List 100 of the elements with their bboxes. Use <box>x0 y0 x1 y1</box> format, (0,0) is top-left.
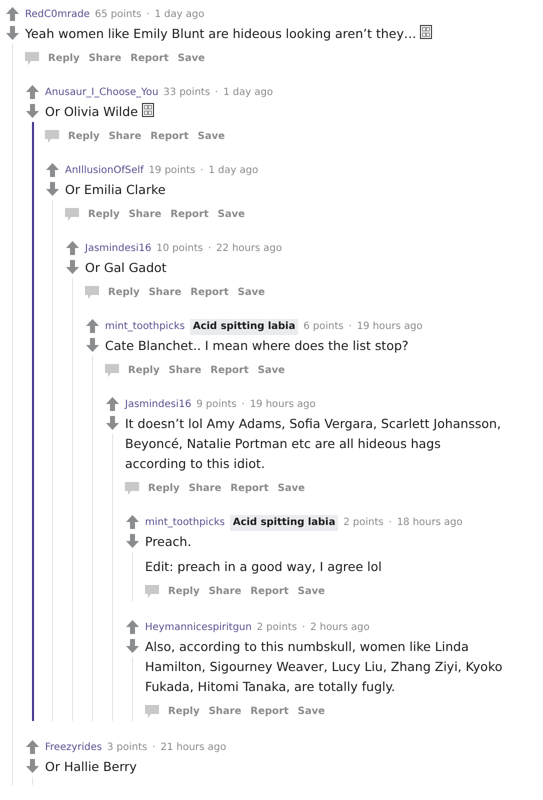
comment-text: Or Olivia Wilde <box>45 102 535 122</box>
separator-dot: · <box>388 516 392 530</box>
points-count: 2 points <box>256 621 297 635</box>
points-count: 2 points <box>343 516 384 530</box>
comment-icon <box>25 52 39 64</box>
comment-icon <box>65 208 79 220</box>
points-count: 65 points <box>94 8 142 22</box>
action-link[interactable]: Reply <box>88 206 120 222</box>
action-link[interactable]: Report <box>130 50 169 66</box>
action-link[interactable]: Report <box>230 480 269 496</box>
user-flair: Acid spitting labia <box>190 319 298 335</box>
comment-text: Also, according to this numbskull, women like Linda Hamilton, Sigourney Weaver, Lucy Liu, Zhang Ziyi, Kyoko Fukada, Hitomi Tanaka, are totally fugly. <box>145 638 504 696</box>
action-link[interactable]: Reply <box>168 704 200 718</box>
comment-text: Preach. <box>145 533 192 551</box>
username-link[interactable]: Jasmindesi16 <box>85 241 152 257</box>
action-link[interactable]: Report <box>150 128 189 144</box>
action-link[interactable]: Save <box>238 284 265 300</box>
action-link[interactable]: Share <box>108 128 142 144</box>
downvote-icon[interactable] <box>126 639 139 653</box>
username-link[interactable]: Jasmindesi16 <box>125 397 192 413</box>
username-link[interactable]: mint_toothpicks <box>105 319 185 335</box>
upvote-icon[interactable] <box>106 397 119 411</box>
action-link[interactable]: Share <box>128 206 162 222</box>
downvote-icon[interactable] <box>46 182 59 196</box>
action-link[interactable]: Share <box>188 480 222 496</box>
action-link[interactable]: Reply <box>48 50 80 66</box>
action-link[interactable]: Save <box>178 50 205 66</box>
separator-dot: · <box>242 398 245 412</box>
action-link[interactable]: Save <box>278 480 305 496</box>
points-count: 19 points <box>148 164 196 178</box>
action-link[interactable]: Reply <box>168 584 200 598</box>
action-link[interactable]: Reply <box>108 284 140 300</box>
downvote-icon[interactable] <box>86 338 99 352</box>
action-link[interactable]: Share <box>148 284 182 300</box>
upvote-icon[interactable] <box>126 515 139 529</box>
username-link[interactable]: RedC0mrade <box>25 7 90 23</box>
timestamp: 18 hours ago <box>396 516 463 530</box>
upvote-icon[interactable] <box>6 7 19 21</box>
comment-text: Or Hallie Berry <box>45 758 138 776</box>
comment-text: Cate Blanchet.. I mean where does the list stop? <box>105 337 410 355</box>
separator-dot: · <box>348 320 352 334</box>
action-link[interactable]: Share <box>88 50 122 66</box>
action-link[interactable]: Save <box>298 704 325 718</box>
username-link[interactable]: Heymannicespiritgun <box>145 620 252 636</box>
action-link[interactable]: Report <box>170 206 209 222</box>
action-link[interactable]: Reply <box>128 362 160 378</box>
upvote-icon[interactable] <box>46 163 59 177</box>
action-link[interactable]: Share <box>208 584 242 598</box>
timestamp: 1 day ago <box>154 8 204 22</box>
action-link[interactable]: Report <box>190 284 229 300</box>
points-count: 6 points <box>303 320 344 334</box>
points-count: 3 points <box>107 741 148 755</box>
action-link[interactable]: Reply <box>148 480 180 496</box>
timestamp: 1 day ago <box>223 86 273 100</box>
comment-text: Edit: preach in a good way, I agree lol <box>145 558 383 576</box>
missing-glyph-icon <box>420 25 432 39</box>
upvote-icon[interactable] <box>26 740 39 754</box>
timestamp: 22 hours ago <box>216 242 282 256</box>
timestamp: 19 hours ago <box>356 320 423 334</box>
upvote-icon[interactable] <box>86 319 99 333</box>
downvote-icon[interactable] <box>26 104 39 118</box>
downvote-icon[interactable] <box>6 26 19 40</box>
action-link[interactable]: Report <box>250 704 289 718</box>
timestamp: 19 hours ago <box>250 398 316 412</box>
separator-dot: · <box>200 164 204 178</box>
separator-dot: · <box>208 242 212 256</box>
downvote-icon[interactable] <box>106 416 119 430</box>
downvote-icon[interactable] <box>66 260 79 274</box>
missing-glyph-icon <box>142 103 154 117</box>
comment-icon <box>145 584 159 598</box>
comment-icon <box>105 364 119 376</box>
comment-text: Or Emilia Clarke <box>65 181 167 199</box>
separator-dot: · <box>302 621 306 635</box>
downvote-icon[interactable] <box>26 759 39 773</box>
comment-text: It doesn’t lol Amy Adams, Sofia Vergara, Scarlett Johansson, Beyoncé, Natalie Portman etc are all hideous hags according to this idiot. <box>125 415 502 473</box>
action-link[interactable]: Report <box>210 362 249 378</box>
upvote-icon[interactable] <box>126 620 139 634</box>
username-link[interactable]: Anusaur_I_Choose_You <box>45 85 158 101</box>
action-link[interactable]: Share <box>168 362 202 378</box>
action-link[interactable]: Report <box>250 584 289 598</box>
comment-icon <box>85 286 99 298</box>
points-count: 9 points <box>196 398 237 412</box>
comment-icon <box>145 704 159 718</box>
action-link[interactable]: Reply <box>68 128 100 144</box>
action-link[interactable]: Save <box>218 206 245 222</box>
downvote-icon[interactable] <box>126 534 139 548</box>
timestamp: 21 hours ago <box>160 741 226 755</box>
username-link[interactable]: Freezyrides <box>45 740 102 756</box>
comment-text: Or Gal Gadot <box>85 259 168 277</box>
username-link[interactable]: AnIllusionOfSelf <box>65 163 144 179</box>
separator-dot: · <box>146 8 150 22</box>
action-link[interactable]: Save <box>198 128 225 144</box>
comment-icon <box>125 482 139 494</box>
action-link[interactable]: Share <box>208 704 242 718</box>
upvote-icon[interactable] <box>66 241 79 255</box>
action-link[interactable]: Save <box>298 584 325 598</box>
points-count: 10 points <box>156 242 203 256</box>
upvote-icon[interactable] <box>26 85 39 99</box>
username-link[interactable]: mint_toothpicks <box>145 515 225 531</box>
action-link[interactable]: Save <box>258 362 285 378</box>
